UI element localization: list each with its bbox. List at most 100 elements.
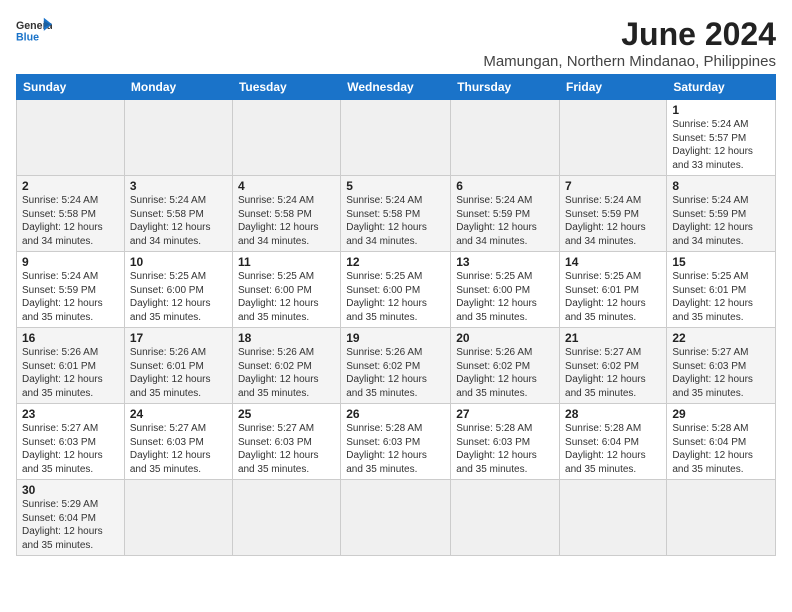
calendar-cell: [232, 100, 340, 176]
header-thursday: Thursday: [451, 75, 560, 100]
calendar-cell: 24Sunrise: 5:27 AM Sunset: 6:03 PM Dayli…: [124, 404, 232, 480]
day-number: 11: [238, 255, 335, 269]
location-subtitle: Mamungan, Northern Mindanao, Philippines: [483, 53, 776, 70]
cell-info-text: Sunrise: 5:24 AM Sunset: 5:58 PM Dayligh…: [346, 194, 445, 248]
day-number: 24: [130, 407, 227, 421]
calendar-cell: [232, 480, 340, 556]
day-number: 27: [456, 407, 554, 421]
cell-info-text: Sunrise: 5:28 AM Sunset: 6:03 PM Dayligh…: [456, 422, 554, 476]
title-block: June 2024 Mamungan, Northern Mindanao, P…: [483, 16, 776, 70]
calendar-cell: 22Sunrise: 5:27 AM Sunset: 6:03 PM Dayli…: [667, 328, 776, 404]
header-sunday: Sunday: [17, 75, 125, 100]
calendar-cell: 6Sunrise: 5:24 AM Sunset: 5:59 PM Daylig…: [451, 176, 560, 252]
header-friday: Friday: [560, 75, 667, 100]
cell-info-text: Sunrise: 5:25 AM Sunset: 6:00 PM Dayligh…: [238, 270, 335, 324]
cell-info-text: Sunrise: 5:28 AM Sunset: 6:04 PM Dayligh…: [672, 422, 770, 476]
calendar-cell: 23Sunrise: 5:27 AM Sunset: 6:03 PM Dayli…: [17, 404, 125, 480]
cell-info-text: Sunrise: 5:27 AM Sunset: 6:02 PM Dayligh…: [565, 346, 661, 400]
cell-info-text: Sunrise: 5:25 AM Sunset: 6:01 PM Dayligh…: [672, 270, 770, 324]
calendar-cell: 1Sunrise: 5:24 AM Sunset: 5:57 PM Daylig…: [667, 100, 776, 176]
cell-info-text: Sunrise: 5:26 AM Sunset: 6:02 PM Dayligh…: [346, 346, 445, 400]
header-tuesday: Tuesday: [232, 75, 340, 100]
calendar-cell: 15Sunrise: 5:25 AM Sunset: 6:01 PM Dayli…: [667, 252, 776, 328]
svg-text:Blue: Blue: [16, 32, 39, 44]
cell-info-text: Sunrise: 5:24 AM Sunset: 5:59 PM Dayligh…: [565, 194, 661, 248]
day-number: 22: [672, 331, 770, 345]
day-number: 18: [238, 331, 335, 345]
calendar-cell: 14Sunrise: 5:25 AM Sunset: 6:01 PM Dayli…: [560, 252, 667, 328]
calendar-week-row: 1Sunrise: 5:24 AM Sunset: 5:57 PM Daylig…: [17, 100, 776, 176]
logo: General Blue: [16, 16, 52, 44]
calendar-cell: [560, 100, 667, 176]
calendar-cell: 17Sunrise: 5:26 AM Sunset: 6:01 PM Dayli…: [124, 328, 232, 404]
cell-info-text: Sunrise: 5:28 AM Sunset: 6:04 PM Dayligh…: [565, 422, 661, 476]
day-number: 19: [346, 331, 445, 345]
cell-info-text: Sunrise: 5:24 AM Sunset: 5:59 PM Dayligh…: [456, 194, 554, 248]
calendar-cell: 18Sunrise: 5:26 AM Sunset: 6:02 PM Dayli…: [232, 328, 340, 404]
cell-info-text: Sunrise: 5:24 AM Sunset: 5:59 PM Dayligh…: [22, 270, 119, 324]
calendar-cell: 29Sunrise: 5:28 AM Sunset: 6:04 PM Dayli…: [667, 404, 776, 480]
calendar-cell: [451, 100, 560, 176]
cell-info-text: Sunrise: 5:29 AM Sunset: 6:04 PM Dayligh…: [22, 498, 119, 552]
cell-info-text: Sunrise: 5:28 AM Sunset: 6:03 PM Dayligh…: [346, 422, 445, 476]
day-number: 26: [346, 407, 445, 421]
day-number: 15: [672, 255, 770, 269]
calendar-cell: 25Sunrise: 5:27 AM Sunset: 6:03 PM Dayli…: [232, 404, 340, 480]
calendar-cell: 16Sunrise: 5:26 AM Sunset: 6:01 PM Dayli…: [17, 328, 125, 404]
calendar-cell: 30Sunrise: 5:29 AM Sunset: 6:04 PM Dayli…: [17, 480, 125, 556]
calendar-cell: 13Sunrise: 5:25 AM Sunset: 6:00 PM Dayli…: [451, 252, 560, 328]
calendar-cell: [451, 480, 560, 556]
calendar-cell: 21Sunrise: 5:27 AM Sunset: 6:02 PM Dayli…: [560, 328, 667, 404]
cell-info-text: Sunrise: 5:24 AM Sunset: 5:58 PM Dayligh…: [22, 194, 119, 248]
calendar-cell: [341, 480, 451, 556]
cell-info-text: Sunrise: 5:24 AM Sunset: 5:58 PM Dayligh…: [130, 194, 227, 248]
day-number: 1: [672, 103, 770, 117]
day-number: 23: [22, 407, 119, 421]
calendar-cell: 4Sunrise: 5:24 AM Sunset: 5:58 PM Daylig…: [232, 176, 340, 252]
cell-info-text: Sunrise: 5:25 AM Sunset: 6:01 PM Dayligh…: [565, 270, 661, 324]
calendar-week-row: 2Sunrise: 5:24 AM Sunset: 5:58 PM Daylig…: [17, 176, 776, 252]
calendar-week-row: 23 Sunrise: 5:27 AM Sunset: 6:03 PM Dayli…: [17, 404, 776, 480]
day-number: 5: [346, 179, 445, 193]
calendar-cell: 8Sunrise: 5:24 AM Sunset: 5:59 PM Daylig…: [667, 176, 776, 252]
calendar-cell: [667, 480, 776, 556]
day-number: 25: [238, 407, 335, 421]
cell-info-text: Sunrise: 5:26 AM Sunset: 6:01 PM Dayligh…: [22, 346, 119, 400]
day-number: 29: [672, 407, 770, 421]
cell-info-text: Sunrise: 5:25 AM Sunset: 6:00 PM Dayligh…: [456, 270, 554, 324]
day-number: 17: [130, 331, 227, 345]
calendar-cell: 3Sunrise: 5:24 AM Sunset: 5:58 PM Daylig…: [124, 176, 232, 252]
calendar-cell: 20Sunrise: 5:26 AM Sunset: 6:02 PM Dayli…: [451, 328, 560, 404]
cell-info-text: Sunrise: 5:27 AM Sunset: 6:03 PM Dayligh…: [238, 422, 335, 476]
cell-info-text: Sunrise: 5:25 AM Sunset: 6:00 PM Dayligh…: [346, 270, 445, 324]
day-number: 16: [22, 331, 119, 345]
calendar-cell: 11Sunrise: 5:25 AM Sunset: 6:00 PM Dayli…: [232, 252, 340, 328]
cell-info-text: Sunrise: 5:24 AM Sunset: 5:57 PM Dayligh…: [672, 118, 770, 172]
day-number: 2: [22, 179, 119, 193]
day-number: 30: [22, 483, 119, 497]
day-number: 4: [238, 179, 335, 193]
calendar-week-row: 16Sunrise: 5:26 AM Sunset: 6:01 PM Dayli…: [17, 328, 776, 404]
calendar-cell: 9Sunrise: 5:24 AM Sunset: 5:59 PM Daylig…: [17, 252, 125, 328]
day-number: 9: [22, 255, 119, 269]
day-number: 14: [565, 255, 661, 269]
calendar-cell: 26Sunrise: 5:28 AM Sunset: 6:03 PM Dayli…: [341, 404, 451, 480]
calendar-cell: 5Sunrise: 5:24 AM Sunset: 5:58 PM Daylig…: [341, 176, 451, 252]
day-number: 21: [565, 331, 661, 345]
day-number: 12: [346, 255, 445, 269]
calendar-week-row: 30Sunrise: 5:29 AM Sunset: 6:04 PM Dayli…: [17, 480, 776, 556]
cell-info-text: Sunrise: 5:25 AM Sunset: 6:00 PM Dayligh…: [130, 270, 227, 324]
header-saturday: Saturday: [667, 75, 776, 100]
calendar-cell: 19Sunrise: 5:26 AM Sunset: 6:02 PM Dayli…: [341, 328, 451, 404]
day-number: 10: [130, 255, 227, 269]
cell-info-text: Sunrise: 5:24 AM Sunset: 5:59 PM Dayligh…: [672, 194, 770, 248]
calendar-cell: 10Sunrise: 5:25 AM Sunset: 6:00 PM Dayli…: [124, 252, 232, 328]
cell-info-text: Sunrise: 5:26 AM Sunset: 6:01 PM Dayligh…: [130, 346, 227, 400]
day-number: 6: [456, 179, 554, 193]
day-number: 20: [456, 331, 554, 345]
calendar-week-row: 9Sunrise: 5:24 AM Sunset: 5:59 PM Daylig…: [17, 252, 776, 328]
cell-info-text: Sunrise: 5:27 AM Sunset: 6:03 PM Dayligh…: [672, 346, 770, 400]
cell-info-text: Sunrise: 5:27 AM Sunset: 6:03 PM Dayligh…: [130, 422, 227, 476]
calendar-table: SundayMondayTuesdayWednesdayThursdayFrid…: [16, 74, 776, 556]
calendar-cell: [560, 480, 667, 556]
